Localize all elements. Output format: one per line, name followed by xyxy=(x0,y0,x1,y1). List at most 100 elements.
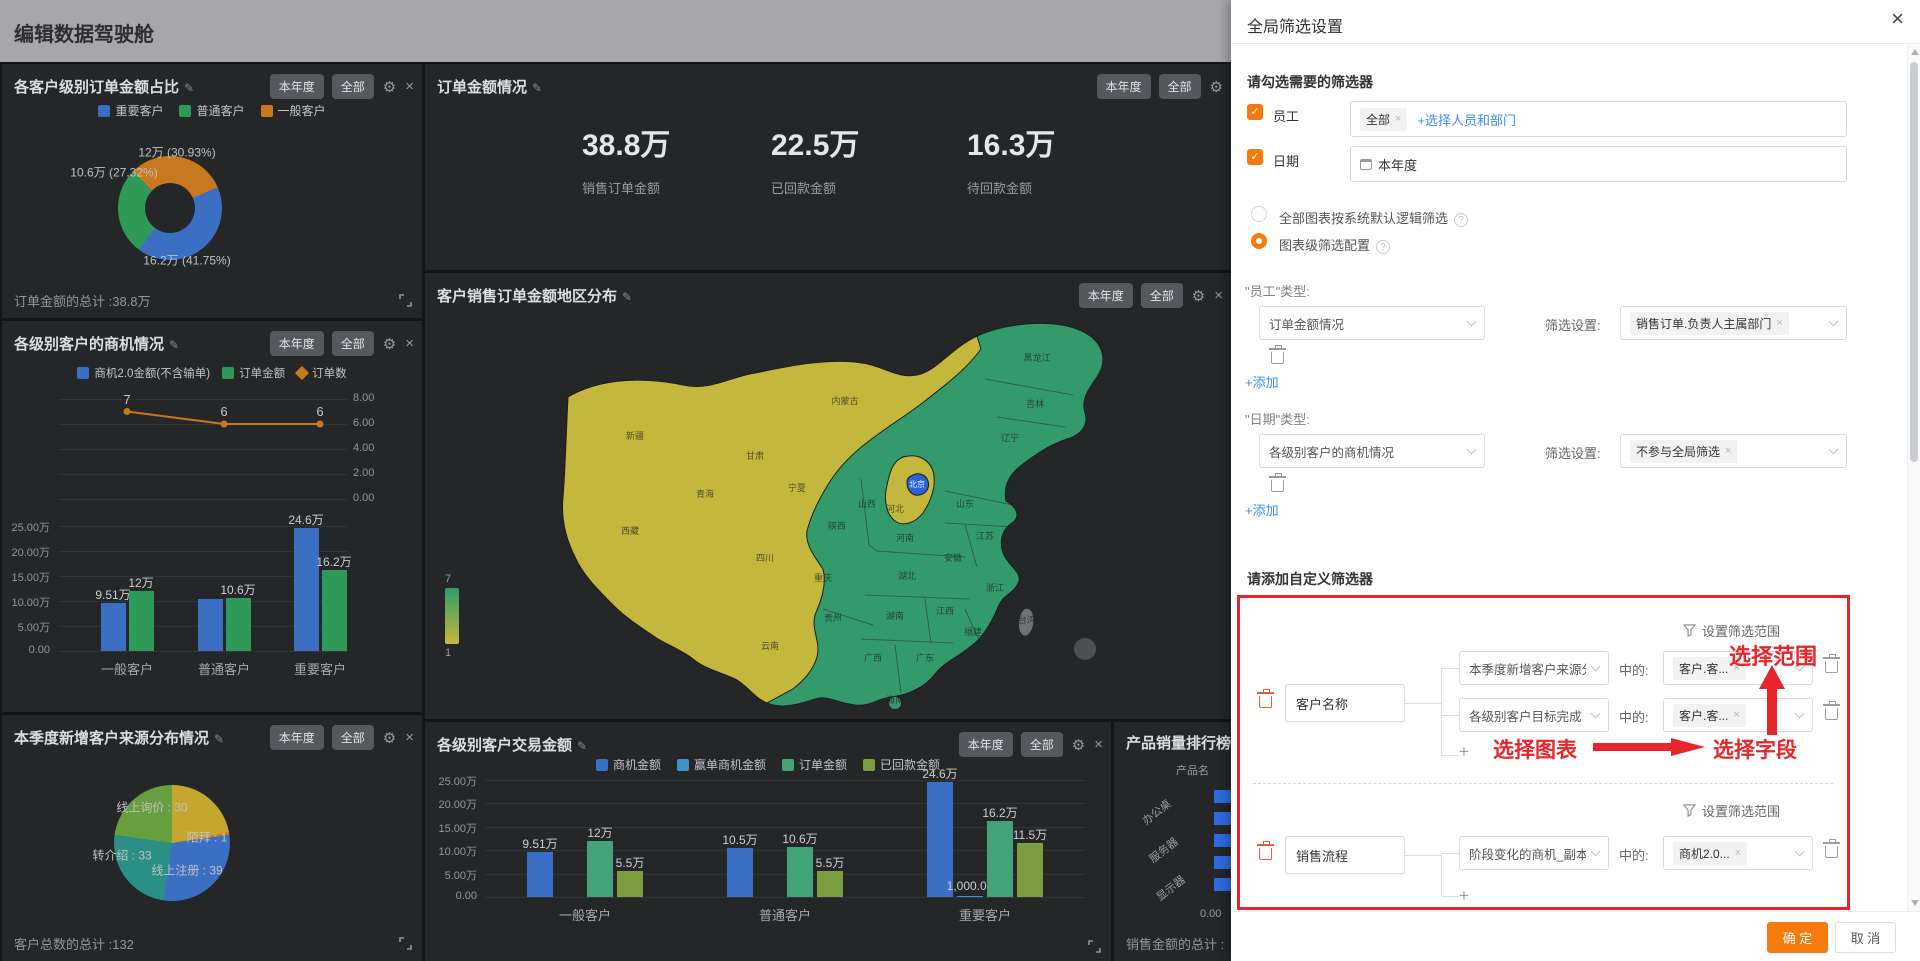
visualmap-legend[interactable]: 7 1 xyxy=(445,573,471,659)
legend-item[interactable]: 普通客户 xyxy=(179,102,244,119)
set-filter-range-button[interactable]: 设置筛选范围 xyxy=(1683,621,1780,640)
gear-icon[interactable]: ⚙ xyxy=(383,729,396,747)
edit-pencil-icon[interactable]: ✎ xyxy=(577,739,587,753)
field-tag[interactable]: 不参与全局筛选× xyxy=(1630,440,1737,463)
delete-row-icon[interactable] xyxy=(1271,480,1284,492)
custom-filter-name-input[interactable]: 销售流程 xyxy=(1285,836,1405,874)
expand-icon[interactable] xyxy=(399,937,412,950)
employee-type-chart-select[interactable]: 订单金额情况 xyxy=(1259,306,1485,340)
delete-row-icon[interactable] xyxy=(1825,661,1838,673)
scope-button[interactable]: 全部 xyxy=(1159,74,1201,99)
scope-button[interactable]: 全部 xyxy=(1141,283,1183,308)
radio-chart-level[interactable] xyxy=(1251,233,1267,249)
visualmap-min: 1 xyxy=(445,647,471,659)
scope-button[interactable]: 全部 xyxy=(332,74,374,99)
custom1-field-select-2[interactable]: 客户.客...× xyxy=(1663,698,1813,732)
close-icon[interactable]: × xyxy=(405,729,414,746)
legend-item[interactable]: 商机金额 xyxy=(596,756,661,773)
gear-icon[interactable]: ⚙ xyxy=(1210,78,1223,96)
map-province-label: 宁夏 xyxy=(788,482,806,493)
date-checkbox[interactable]: ✓ xyxy=(1247,149,1263,165)
scope-button[interactable]: 全部 xyxy=(332,725,374,750)
scope-button[interactable]: 全部 xyxy=(1021,732,1063,757)
cancel-button[interactable]: 取 消 xyxy=(1835,922,1896,953)
edit-pencil-icon[interactable]: ✎ xyxy=(214,732,224,746)
set-filter-range-button[interactable]: 设置筛选范围 xyxy=(1683,801,1780,820)
tag-close-icon[interactable]: × xyxy=(1735,847,1741,859)
legend-item[interactable]: 商机2.0金额(不含输单) xyxy=(77,365,210,381)
employee-field[interactable]: 全部× +选择人员和部门 xyxy=(1350,101,1847,137)
close-icon[interactable]: × xyxy=(1214,287,1223,304)
date-type-field-select[interactable]: 不参与全局筛选× xyxy=(1620,434,1847,468)
gear-icon[interactable]: ⚙ xyxy=(1072,736,1085,754)
date-field[interactable]: 本年度 xyxy=(1350,146,1847,182)
close-icon[interactable]: × xyxy=(1094,736,1103,753)
period-button[interactable]: 本年度 xyxy=(1097,74,1151,99)
delete-row-icon[interactable] xyxy=(1825,708,1838,720)
legend-item[interactable]: 重要客户 xyxy=(98,102,163,119)
radio-default-logic-label: 全部图表按系统默认逻辑筛选? xyxy=(1279,208,1468,227)
employee-type-field-select[interactable]: 销售订单.负责人主属部门× xyxy=(1620,306,1847,340)
legend-item[interactable]: 一般客户 xyxy=(261,102,326,119)
add-employee-type-link[interactable]: +添加 xyxy=(1245,372,1279,391)
scroll-up-arrow[interactable] xyxy=(1911,49,1919,55)
edit-pencil-icon[interactable]: ✎ xyxy=(184,81,194,95)
radio-default-logic[interactable] xyxy=(1251,206,1267,222)
expand-icon[interactable] xyxy=(1088,940,1101,953)
date-type-chart-select[interactable]: 各级别客户的商机情况 xyxy=(1259,434,1485,468)
gear-icon[interactable]: ⚙ xyxy=(383,78,396,96)
period-button[interactable]: 本年度 xyxy=(1079,283,1133,308)
period-button[interactable]: 本年度 xyxy=(270,331,324,356)
custom1-chart-select-2[interactable]: 各级别客户目标完成 xyxy=(1459,698,1609,732)
add-condition-button[interactable]: + xyxy=(1459,886,1469,906)
custom1-chart-select-1[interactable]: 本季度新增客户来源分 xyxy=(1459,651,1609,685)
expand-icon[interactable] xyxy=(399,294,412,307)
select-people-link[interactable]: +选择人员和部门 xyxy=(1417,110,1516,129)
confirm-button[interactable]: 确 定 xyxy=(1767,922,1828,953)
help-icon[interactable]: ? xyxy=(1376,240,1390,254)
delete-group-icon[interactable] xyxy=(1259,848,1272,860)
gear-icon[interactable]: ⚙ xyxy=(383,335,396,353)
edit-pencil-icon[interactable]: ✎ xyxy=(622,290,632,304)
tag-close-icon[interactable]: × xyxy=(1395,113,1401,125)
legend-item[interactable]: 赢单商机金额 xyxy=(677,756,766,773)
employee-tag[interactable]: 全部× xyxy=(1360,108,1407,131)
close-icon[interactable]: × xyxy=(405,335,414,352)
scrollbar-thumb[interactable] xyxy=(1910,62,1918,462)
period-button[interactable]: 本年度 xyxy=(270,74,324,99)
x-axis-label: 一般客户 xyxy=(535,905,635,924)
china-map[interactable]: 新疆西藏青海甘肃内蒙古宁夏陕西山西河北北京黑龙江吉林辽宁山东河南江苏安徽湖北浙江… xyxy=(425,309,1231,709)
edit-pencil-icon[interactable]: ✎ xyxy=(532,81,542,95)
gear-icon[interactable]: ⚙ xyxy=(1192,287,1205,305)
tag-close-icon[interactable]: × xyxy=(1733,709,1739,721)
employee-checkbox[interactable]: ✓ xyxy=(1247,104,1263,120)
legend-item[interactable]: 订单金额 xyxy=(222,365,285,381)
delete-row-icon[interactable] xyxy=(1271,352,1284,364)
period-button[interactable]: 本年度 xyxy=(270,725,324,750)
delete-row-icon[interactable] xyxy=(1825,846,1838,858)
field-tag[interactable]: 客户.客...× xyxy=(1673,704,1746,727)
edit-pencil-icon[interactable]: ✎ xyxy=(169,338,179,352)
panel-scrollbar[interactable] xyxy=(1907,44,1920,911)
period-button[interactable]: 本年度 xyxy=(959,732,1013,757)
tag-close-icon[interactable]: × xyxy=(1725,445,1731,457)
legend-item[interactable]: 订单金额 xyxy=(782,756,847,773)
app-root: 编辑数据驾驶舱 各客户级别订单金额占比✎ 本年度 全部 ⚙ × 重要客户普通客户… xyxy=(0,0,1920,961)
custom-filter-name-input[interactable]: 客户名称 xyxy=(1285,684,1405,722)
tag-close-icon[interactable]: × xyxy=(1776,317,1782,329)
map-province-label: 江西 xyxy=(936,606,954,616)
delete-group-icon[interactable] xyxy=(1259,696,1272,708)
field-tag[interactable]: 商机2.0...× xyxy=(1673,842,1747,865)
add-date-type-link[interactable]: +添加 xyxy=(1245,500,1279,519)
close-icon[interactable]: × xyxy=(405,78,414,95)
help-icon[interactable]: ? xyxy=(1454,213,1468,227)
legend-item[interactable]: 订单数 xyxy=(297,365,347,381)
panel-close-icon[interactable]: × xyxy=(1891,8,1904,30)
field-tag[interactable]: 销售订单.负责人主属部门× xyxy=(1630,312,1789,335)
scroll-down-arrow[interactable] xyxy=(1911,900,1919,906)
legend-item[interactable]: 已回款金额 xyxy=(863,756,940,773)
add-condition-button[interactable]: + xyxy=(1459,742,1469,762)
scope-button[interactable]: 全部 xyxy=(332,331,374,356)
custom2-chart-select-1[interactable]: 阶段变化的商机_副本 xyxy=(1459,836,1609,870)
custom2-field-select-1[interactable]: 商机2.0...× xyxy=(1663,836,1813,870)
